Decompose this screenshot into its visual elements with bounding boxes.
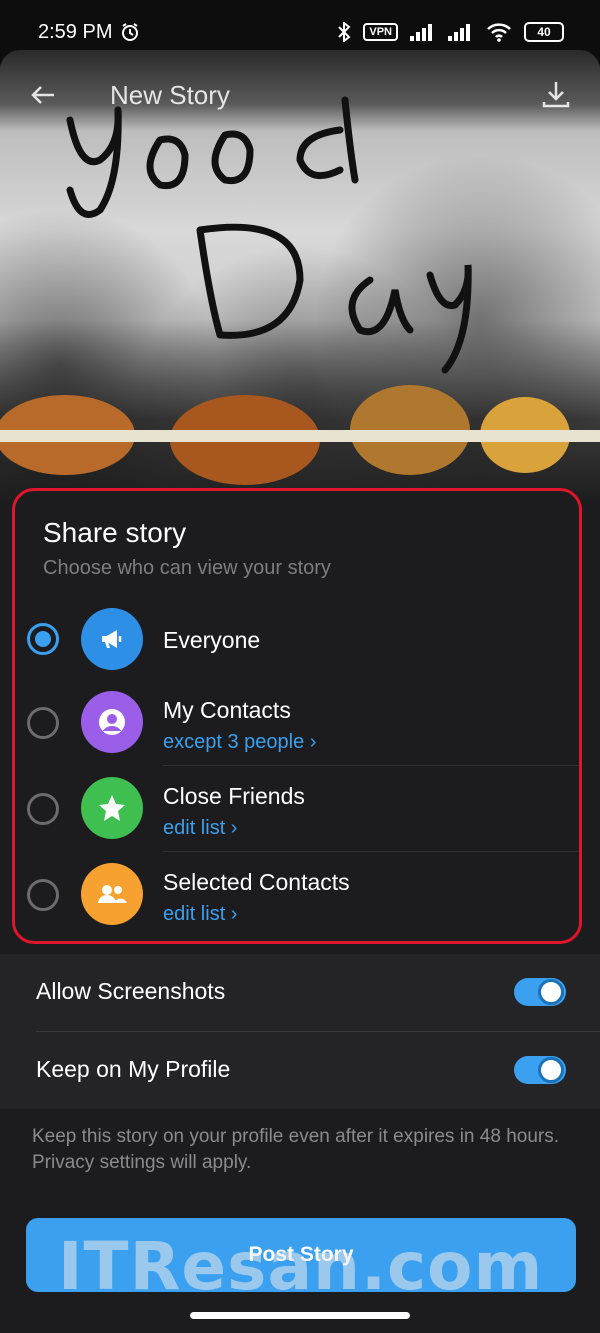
option-label: My Contacts <box>163 697 291 723</box>
setting-allow-screenshots[interactable]: Allow Screenshots <box>0 954 600 1032</box>
status-left: 2:59 PM <box>38 21 140 44</box>
handwriting-drawing <box>0 96 600 485</box>
allow-screenshots-toggle[interactable] <box>514 978 566 1006</box>
alarm-clock-icon <box>122 23 139 41</box>
signal-icon <box>410 24 432 41</box>
settings-section: Allow Screenshots Keep on My Profile <box>0 954 600 1109</box>
option-sublink[interactable]: except 3 people › <box>163 731 316 754</box>
setting-label: Keep on My Profile <box>36 1056 231 1082</box>
keep-on-profile-toggle[interactable] <box>514 1056 566 1084</box>
radio-my-contacts[interactable] <box>27 707 59 739</box>
radio-selected-contacts[interactable] <box>27 879 59 911</box>
top-bar: New Story <box>0 78 600 114</box>
toggle-knob <box>538 979 564 1005</box>
watermark: ITResan.com <box>58 1228 544 1305</box>
home-indicator[interactable] <box>190 1312 410 1319</box>
status-right: VPN 40 <box>337 22 564 42</box>
option-close-friends[interactable]: Close Friends edit list › <box>15 767 579 852</box>
megaphone-icon <box>81 608 143 670</box>
signal-icon-2 <box>448 24 470 41</box>
page-title: New Story <box>110 80 230 110</box>
option-label: Close Friends <box>163 783 305 809</box>
setting-label: Allow Screenshots <box>36 978 226 1004</box>
vpn-badge: VPN <box>363 23 398 41</box>
share-title: Share story <box>43 517 187 548</box>
option-label: Selected Contacts <box>163 869 350 895</box>
status-time: 2:59 PM <box>38 20 113 43</box>
bluetooth-icon <box>338 22 351 42</box>
option-everyone[interactable]: Everyone <box>15 597 579 681</box>
divider <box>163 851 579 852</box>
radio-close-friends[interactable] <box>27 793 59 825</box>
wifi-icon <box>487 23 511 42</box>
battery-indicator: 40 <box>524 22 564 42</box>
download-icon[interactable] <box>540 78 572 110</box>
radio-everyone[interactable] <box>27 623 59 655</box>
arrow-left-icon[interactable] <box>28 80 58 110</box>
option-my-contacts[interactable]: My Contacts except 3 people › <box>15 681 579 766</box>
divider <box>163 765 579 766</box>
share-story-panel: Share story Choose who can view your sto… <box>12 488 582 944</box>
user-circle-icon <box>81 691 143 753</box>
option-sublink[interactable]: edit list › <box>163 817 237 840</box>
option-sublink[interactable]: edit list › <box>163 903 237 926</box>
option-label: Everyone <box>163 627 261 653</box>
users-icon <box>81 863 143 925</box>
story-photo[interactable] <box>0 50 600 500</box>
star-icon <box>81 777 143 839</box>
option-selected-contacts[interactable]: Selected Contacts edit list › <box>15 853 579 937</box>
setting-keep-on-profile[interactable]: Keep on My Profile <box>0 1032 600 1109</box>
toggle-knob <box>538 1057 564 1083</box>
share-subtitle: Choose who can view your story <box>43 557 331 579</box>
hint-text: Keep this story on your profile even aft… <box>32 1126 559 1173</box>
